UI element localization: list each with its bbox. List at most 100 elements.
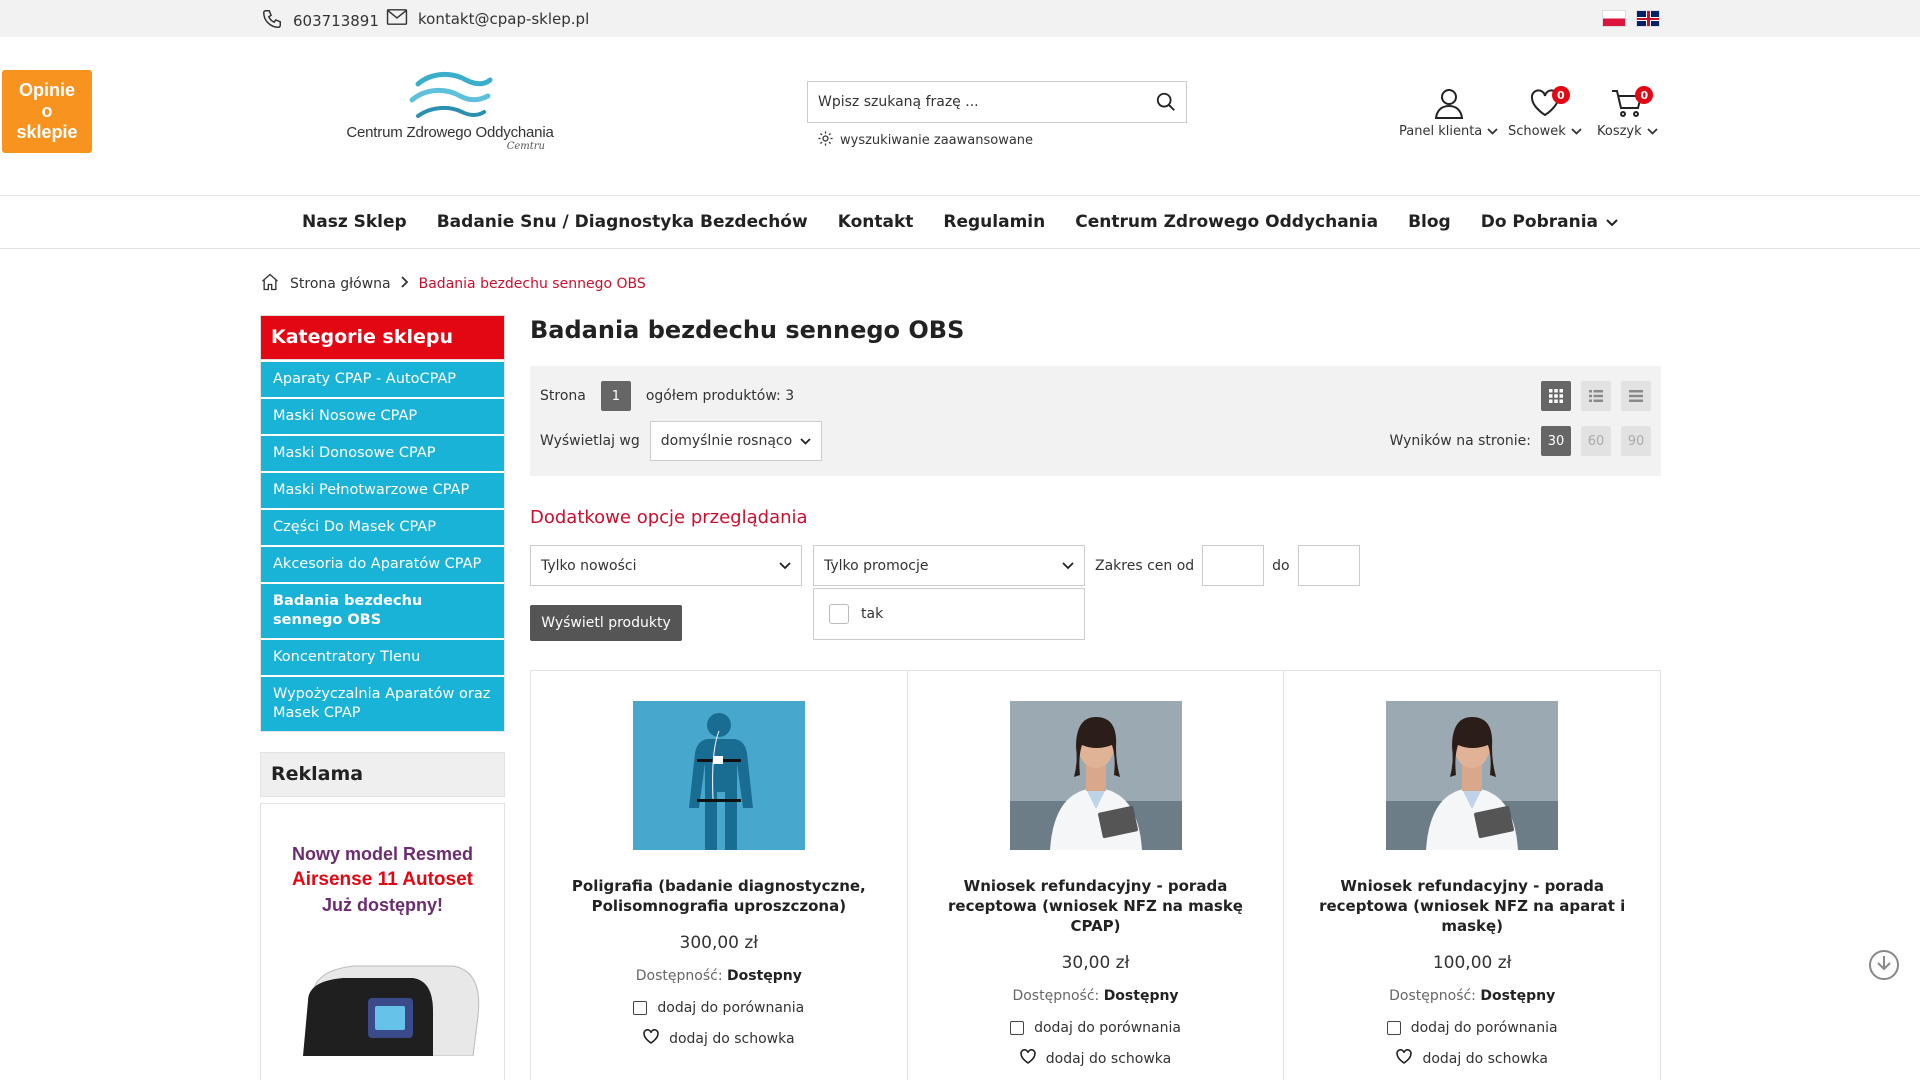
- product-availability: Dostępność: Dostępny: [1012, 988, 1179, 1004]
- sidebar-title: Kategorie sklepu: [260, 315, 505, 360]
- heart-icon: 0: [1530, 84, 1570, 122]
- nav-item-downloads[interactable]: Do Pobrania: [1481, 212, 1618, 232]
- view-mode-switcher: [1541, 381, 1651, 411]
- compare-checkbox[interactable]: [633, 1001, 648, 1015]
- grid-view-icon[interactable]: [1541, 381, 1571, 411]
- product-image[interactable]: [1386, 701, 1559, 850]
- chevron-down-icon: [1647, 124, 1658, 139]
- cart-icon: 0: [1611, 84, 1654, 122]
- product-price: 300,00 zł: [679, 933, 759, 953]
- nav-item-shop[interactable]: Nasz Sklep: [302, 212, 407, 232]
- search-input[interactable]: [808, 82, 1146, 122]
- price-to-input[interactable]: [1297, 545, 1360, 586]
- phone-icon: [261, 8, 283, 34]
- promo-checkbox[interactable]: [829, 604, 849, 624]
- chevron-down-icon: [800, 433, 811, 449]
- promo-dropdown-option[interactable]: tak: [813, 588, 1085, 640]
- add-to-compare[interactable]: dodaj do porównania: [908, 1020, 1284, 1036]
- nav-item-blog[interactable]: Blog: [1408, 212, 1451, 232]
- show-products-button[interactable]: Wyświetl produkty: [530, 605, 682, 641]
- sidebar-item-cpap[interactable]: Aparaty CPAP - AutoCPAP: [261, 360, 504, 397]
- nav-item-sleep-study[interactable]: Badanie Snu / Diagnostyka Bezdechów: [437, 212, 808, 232]
- add-to-wishlist[interactable]: dodaj do schowka: [531, 1029, 907, 1048]
- product-name[interactable]: Wniosek refundacyjny - porada receptowa …: [908, 876, 1284, 936]
- category-list: Aparaty CPAP - AutoCPAP Maski Nosowe CPA…: [260, 360, 505, 732]
- page-title: Badania bezdechu sennego OBS: [530, 316, 965, 344]
- sidebar-item-accessories[interactable]: Akcesoria do Aparatów CPAP: [261, 545, 504, 582]
- add-to-wishlist[interactable]: dodaj do schowka: [908, 1049, 1284, 1068]
- email-contact[interactable]: kontakt@cpap-sklep.pl: [386, 8, 589, 30]
- results-per-page: Wyników na stronie: 30 60 90: [1389, 426, 1651, 456]
- list-view-icon[interactable]: [1581, 381, 1611, 411]
- page-number-button[interactable]: 1: [600, 381, 631, 411]
- product-name[interactable]: Wniosek refundacyjny - porada receptowa …: [1284, 876, 1660, 936]
- search-bar: [807, 81, 1187, 123]
- logo-waves-icon: [409, 72, 493, 118]
- cart-menu[interactable]: 0 Koszyk: [1597, 84, 1658, 139]
- product-count: ogółem produktów: 3: [645, 388, 795, 404]
- compare-checkbox[interactable]: [1010, 1021, 1025, 1035]
- flag-en-icon[interactable]: [1636, 10, 1660, 27]
- filter-promo-select[interactable]: Tylko promocje: [813, 545, 1085, 586]
- add-to-wishlist[interactable]: dodaj do schowka: [1284, 1049, 1660, 1068]
- mail-icon: [386, 8, 408, 30]
- phone-contact[interactable]: 603713891: [261, 8, 379, 34]
- sidebar-item-mask-parts[interactable]: Części Do Masek CPAP: [261, 508, 504, 545]
- chevron-down-icon: [779, 558, 791, 574]
- sort-select[interactable]: domyślnie rosnąco: [649, 421, 822, 461]
- logo-signature: Cemtru: [506, 141, 545, 152]
- breadcrumb-home[interactable]: Strona główna: [290, 276, 391, 292]
- home-icon[interactable]: [260, 272, 280, 296]
- search-icon[interactable]: [1146, 91, 1186, 113]
- add-to-compare[interactable]: dodaj do porównania: [1284, 1020, 1660, 1036]
- flag-pl-icon[interactable]: [1602, 10, 1626, 27]
- sidebar-item-rental[interactable]: Wypożyczalnia Aparatów oraz Masek CPAP: [261, 675, 504, 731]
- product-image[interactable]: [632, 701, 805, 850]
- product-name[interactable]: Poligrafia (badanie diagnostyczne, Polis…: [531, 876, 907, 916]
- listing-toolbar: Strona 1 ogółem produktów: 3 Wyświetlaj …: [530, 366, 1661, 476]
- sidebar-item-nasal-masks[interactable]: Maski Nosowe CPAP: [261, 397, 504, 434]
- phone-number: 603713891: [293, 12, 379, 30]
- sidebar-item-oxygen[interactable]: Koncentratory Tlenu: [261, 638, 504, 675]
- product-image[interactable]: [1009, 701, 1182, 850]
- breadcrumb: Strona główna Badania bezdechu sennego O…: [260, 272, 646, 296]
- product-price: 100,00 zł: [1432, 953, 1512, 973]
- product-grid: Poligrafia (badanie diagnostyczne, Polis…: [530, 670, 1661, 1080]
- top-bar: 603713891 kontakt@cpap-sklep.pl: [0, 0, 1920, 37]
- chevron-down-icon: [1062, 558, 1074, 574]
- heart-icon: [1396, 1049, 1413, 1068]
- nav-item-terms[interactable]: Regulamin: [943, 212, 1045, 232]
- product-price: 30,00 zł: [1061, 953, 1130, 973]
- compact-view-icon[interactable]: [1621, 381, 1651, 411]
- per-page-90[interactable]: 90: [1621, 426, 1651, 456]
- nav-item-contact[interactable]: Kontakt: [838, 212, 914, 232]
- scroll-down-button[interactable]: [1869, 950, 1899, 980]
- compare-checkbox[interactable]: [1386, 1021, 1401, 1035]
- advanced-search-link[interactable]: wyszukiwanie zaawansowane: [817, 130, 1033, 151]
- client-panel-menu[interactable]: Panel klienta: [1399, 84, 1498, 139]
- site-logo[interactable]: Centrum Zdrowego Oddychania Cemtru: [345, 70, 555, 162]
- gear-icon: [817, 130, 834, 151]
- heart-icon: [1020, 1049, 1036, 1068]
- product-availability: Dostępność: Dostępny: [1389, 988, 1556, 1004]
- sidebar-item-sleep-apnea-tests[interactable]: Badania bezdechu sennego OBS: [261, 582, 504, 638]
- cpap-device-image: [302, 965, 479, 1057]
- price-from-input[interactable]: [1202, 545, 1265, 586]
- shop-reviews-badge[interactable]: Opinie o sklepie: [2, 70, 92, 153]
- wishlist-menu[interactable]: 0 Schowek: [1508, 84, 1582, 139]
- sidebar: Kategorie sklepu Aparaty CPAP - AutoCPAP…: [260, 315, 505, 1080]
- price-range: Zakres cen od do: [1095, 545, 1360, 586]
- ad-banner[interactable]: Nowy model Resmed Airsense 11 Autoset Ju…: [260, 803, 505, 1080]
- per-page-60[interactable]: 60: [1581, 426, 1611, 456]
- cart-count-badge: 0: [1635, 86, 1654, 104]
- per-page-30[interactable]: 30: [1541, 426, 1571, 456]
- chevron-down-icon: [1606, 212, 1618, 232]
- sidebar-item-pillow-masks[interactable]: Maski Donosowe CPAP: [261, 434, 504, 471]
- language-switcher: [1602, 10, 1660, 27]
- logo-text: Centrum Zdrowego Oddychania: [346, 124, 554, 141]
- filter-new-select[interactable]: Tylko nowości: [530, 545, 802, 586]
- add-to-compare[interactable]: dodaj do porównania: [531, 1000, 907, 1016]
- user-icon: [1434, 84, 1464, 122]
- nav-item-center[interactable]: Centrum Zdrowego Oddychania: [1075, 212, 1378, 232]
- sidebar-item-fullface-masks[interactable]: Maski Pełnotwarzowe CPAP: [261, 471, 504, 508]
